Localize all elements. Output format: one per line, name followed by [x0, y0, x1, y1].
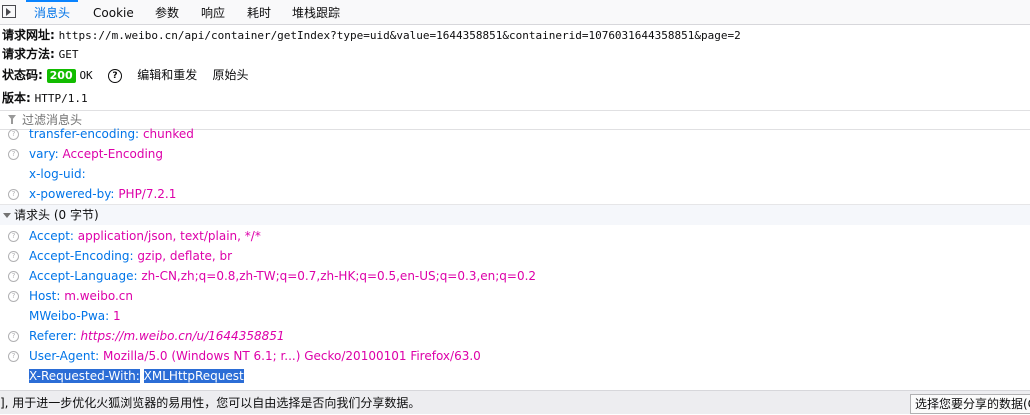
header-row-content[interactable]: Referer: https://m.weibo.cn/u/1644358851: [29, 326, 285, 346]
help-icon[interactable]: ?: [8, 251, 19, 262]
header-name: x-log-uid:: [29, 167, 86, 181]
header-value: XMLHttpRequest: [143, 369, 244, 383]
help-icon[interactable]: ?: [8, 291, 19, 302]
header-row: ? Accept: application/json, text/plain, …: [0, 226, 1030, 246]
header-row-content[interactable]: X-Requested-With: XMLHttpRequest: [29, 366, 244, 386]
help-icon[interactable]: ?: [8, 351, 19, 362]
choose-data-button[interactable]: 选择您要分享的数据(C): [910, 394, 1030, 414]
header-value: Mozilla/5.0 (Windows NT 6.1; r...) Gecko…: [103, 349, 481, 363]
help-icon[interactable]: ?: [8, 231, 19, 242]
header-name: Host:: [29, 289, 61, 303]
notice-text: ], 用于进一步优化火狐浏览器的易用性，您可以自由选择是否向我们分享数据。: [0, 396, 421, 410]
help-icon[interactable]: ?: [8, 149, 19, 160]
header-row: ? Accept-Language: zh-CN,zh;q=0.8,zh-TW;…: [0, 266, 1030, 286]
request-url: https://m.weibo.cn/api/container/getInde…: [58, 29, 741, 42]
status-text: OK: [79, 69, 93, 82]
tab-bar: 消息头 Cookie 参数 响应 耗时 堆栈跟踪: [0, 0, 1030, 25]
request-method-row: 请求方法: GET: [2, 45, 79, 63]
header-name: Accept:: [29, 229, 74, 243]
header-row: ? transfer-encoding: chunked: [0, 128, 1030, 144]
header-row-content[interactable]: x-log-uid:: [29, 164, 86, 184]
help-icon[interactable]: ?: [8, 331, 19, 342]
header-row-content[interactable]: Accept-Language: zh-CN,zh;q=0.8,zh-TW;q=…: [29, 266, 536, 286]
request-headers-section[interactable]: 请求头 (0 字节): [0, 204, 1030, 225]
header-value: m.weibo.cn: [64, 289, 134, 303]
raw-headers-button[interactable]: 原始头: [213, 68, 249, 82]
header-row-content[interactable]: MWeibo-Pwa: 1: [29, 306, 121, 326]
version-label: 版本:: [2, 91, 31, 105]
header-value: PHP/7.2.1: [118, 187, 177, 201]
request-method-label: 请求方法:: [2, 47, 55, 61]
header-name: X-Requested-With:: [29, 369, 140, 383]
request-url-label: 请求网址:: [2, 28, 55, 42]
tab-headers[interactable]: 消息头: [25, 0, 79, 24]
expand-triangle-icon[interactable]: [3, 213, 11, 218]
tab-timings[interactable]: 耗时: [247, 0, 271, 24]
header-name: MWeibo-Pwa:: [29, 309, 110, 323]
header-name: Accept-Encoding:: [29, 249, 134, 263]
header-row: ? x-powered-by: PHP/7.2.1: [0, 184, 1030, 204]
header-row-content[interactable]: Host: m.weibo.cn: [29, 286, 133, 306]
status-label: 状态码:: [2, 68, 43, 82]
header-name: User-Agent:: [29, 349, 100, 363]
status-row: 状态码: 200 OK ? 编辑和重发 原始头: [2, 66, 249, 84]
header-row: MWeibo-Pwa: 1: [0, 306, 1030, 326]
header-value: chunked: [142, 128, 194, 141]
header-row-selected: X-Requested-With: XMLHttpRequest: [0, 366, 1030, 386]
filter-icon: [8, 115, 16, 124]
header-name: transfer-encoding:: [29, 128, 140, 141]
header-row-content[interactable]: x-powered-by: PHP/7.2.1: [29, 184, 176, 204]
header-name: x-powered-by:: [29, 187, 115, 201]
header-row: ? User-Agent: Mozilla/5.0 (Windows NT 6.…: [0, 346, 1030, 366]
data-sharing-notice: ], 用于进一步优化火狐浏览器的易用性，您可以自由选择是否向我们分享数据。 选择…: [0, 390, 1030, 414]
request-url-row: 请求网址: https://m.weibo.cn/api/container/g…: [2, 26, 741, 44]
help-icon[interactable]: ?: [8, 271, 19, 282]
header-name: Referer:: [29, 329, 77, 343]
help-icon[interactable]: ?: [8, 129, 19, 140]
header-row: ? vary: Accept-Encoding: [0, 144, 1030, 164]
tab-params[interactable]: 参数: [155, 0, 179, 24]
version-value: HTTP/1.1: [34, 92, 88, 105]
header-row: ? Accept-Encoding: gzip, deflate, br: [0, 246, 1030, 266]
help-icon[interactable]: ?: [8, 189, 19, 200]
tab-stack-trace[interactable]: 堆栈跟踪: [292, 0, 340, 24]
status-badge: 200: [46, 68, 76, 83]
header-row-content[interactable]: transfer-encoding: chunked: [29, 128, 194, 144]
header-row: ? Host: m.weibo.cn: [0, 286, 1030, 306]
status-help-icon[interactable]: ?: [107, 68, 122, 83]
section-title: 请求头 (0 字节): [14, 208, 99, 222]
header-value: application/json, text/plain, */*: [77, 229, 261, 243]
version-row: 版本: HTTP/1.1: [2, 89, 88, 107]
header-row: x-log-uid:: [0, 164, 1030, 184]
headers-list: ? transfer-encoding: chunked ? vary: Acc…: [0, 128, 1030, 390]
filter-placeholder: 过滤消息头: [22, 113, 83, 127]
header-value: 1: [113, 309, 121, 323]
header-row-content[interactable]: Accept: application/json, text/plain, */…: [29, 226, 261, 246]
header-name: vary:: [29, 147, 59, 161]
filter-headers-input[interactable]: 过滤消息头: [0, 110, 1030, 130]
header-row-content[interactable]: Accept-Encoding: gzip, deflate, br: [29, 246, 232, 266]
tab-cookie[interactable]: Cookie: [93, 0, 134, 24]
toggle-panel-icon[interactable]: [2, 5, 16, 18]
header-row-content[interactable]: vary: Accept-Encoding: [29, 144, 163, 164]
header-value-link[interactable]: https://m.weibo.cn/u/1644358851: [80, 329, 284, 343]
header-row-content[interactable]: User-Agent: Mozilla/5.0 (Windows NT 6.1;…: [29, 346, 481, 366]
header-value: zh-CN,zh;q=0.8,zh-TW;q=0.7,zh-HK;q=0.5,e…: [141, 269, 537, 283]
header-name: Accept-Language:: [29, 269, 138, 283]
header-row: ? Referer: https://m.weibo.cn/u/16443588…: [0, 326, 1030, 346]
request-method: GET: [58, 48, 79, 61]
header-value: Accept-Encoding: [62, 147, 164, 161]
edit-resend-button[interactable]: 编辑和重发: [137, 68, 197, 82]
tab-response[interactable]: 响应: [201, 0, 225, 24]
header-value: gzip, deflate, br: [137, 249, 233, 263]
